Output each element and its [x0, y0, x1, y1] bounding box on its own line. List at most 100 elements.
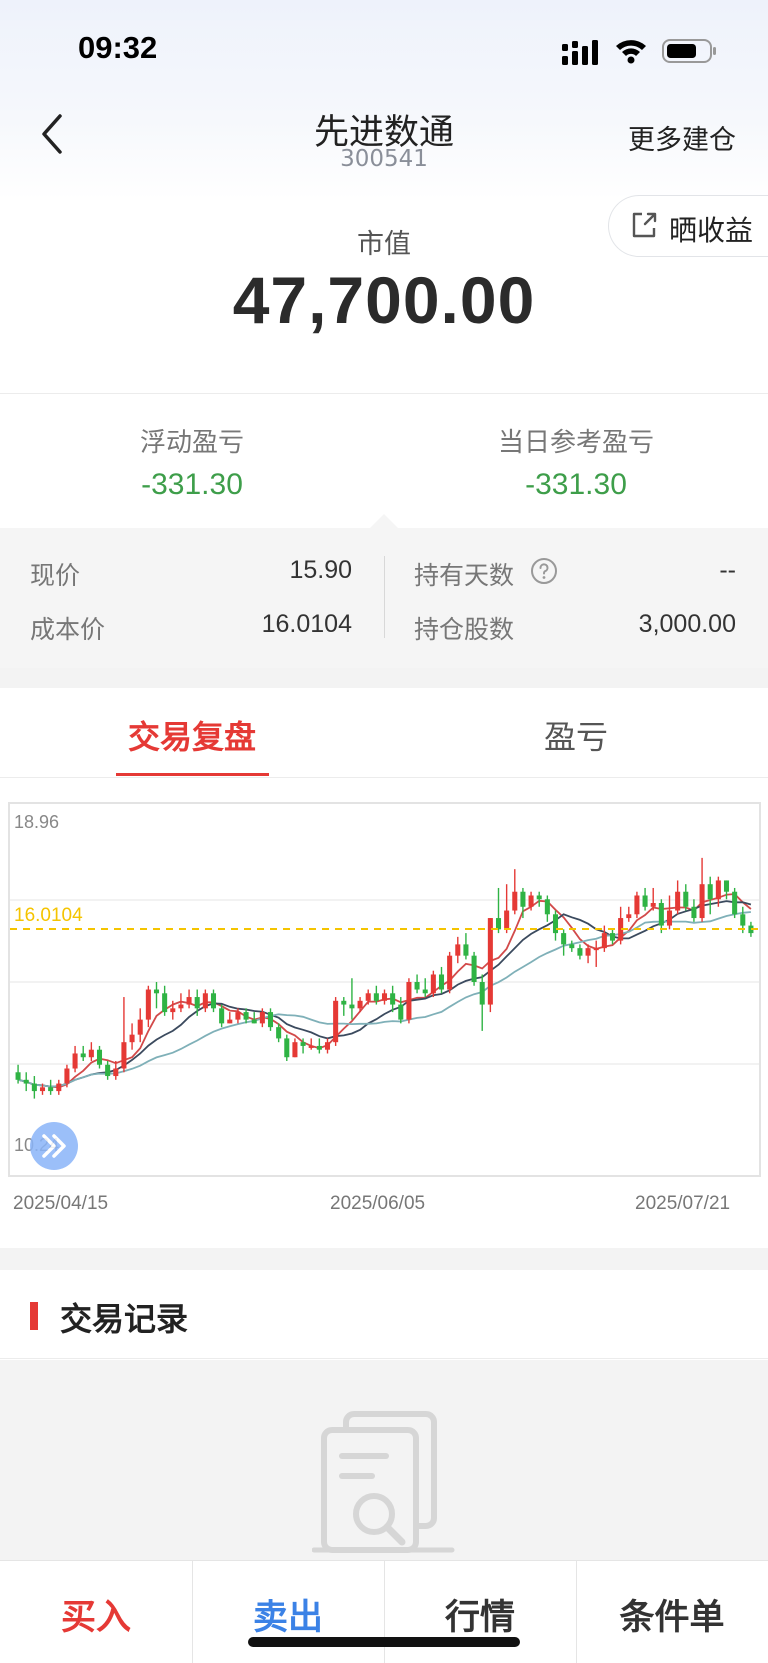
candle-body — [300, 1042, 306, 1046]
y-axis-max-label: 18.96 — [14, 812, 59, 832]
candle-body — [707, 884, 713, 900]
candle-body — [284, 1038, 290, 1058]
candle-body — [349, 1004, 355, 1009]
signal-icon — [562, 40, 598, 65]
candle-body — [341, 1000, 347, 1005]
candle-body — [178, 1004, 184, 1009]
info-divider — [384, 556, 385, 638]
candle-body — [520, 891, 526, 907]
candle-body — [105, 1064, 111, 1077]
candle-body — [740, 914, 746, 926]
candle-body — [544, 899, 550, 915]
buy-button[interactable]: 买入 — [0, 1561, 192, 1663]
candle-body — [170, 1008, 176, 1013]
candle-body — [72, 1053, 78, 1069]
candle-body — [732, 891, 738, 915]
candle-body — [699, 884, 705, 919]
candle-body — [634, 895, 640, 915]
candle-body — [463, 944, 469, 956]
candle-body — [39, 1087, 46, 1092]
candle-body — [381, 993, 388, 1001]
candle-body — [414, 982, 420, 990]
candle-body — [430, 974, 436, 994]
section-gap — [0, 668, 768, 688]
divider — [0, 777, 768, 778]
floating-pnl-label: 浮动盈亏 — [139, 428, 244, 458]
help-icon[interactable] — [530, 557, 558, 585]
candle-body — [691, 906, 697, 919]
candle-body — [243, 1012, 249, 1020]
candle-body — [96, 1049, 103, 1065]
candle-body — [666, 910, 673, 926]
market-button[interactable]: 行情 — [384, 1561, 576, 1663]
candle-body — [609, 933, 616, 941]
cost-line-label: 16.0104 — [14, 905, 83, 926]
candle-body — [333, 1000, 339, 1043]
candle-body — [723, 880, 730, 892]
candle-body — [316, 1045, 322, 1050]
candle-body — [202, 993, 208, 1009]
candle-body — [390, 993, 396, 1005]
candle-body — [235, 1012, 241, 1020]
candle-body — [373, 993, 379, 1001]
more-build-button[interactable]: 更多建仓 — [628, 118, 736, 157]
trade-records-title: 交易记录 — [60, 1300, 189, 1338]
candle-body — [31, 1083, 37, 1092]
candle-body — [186, 997, 192, 1005]
caret-pointer — [370, 514, 398, 528]
candle-body — [512, 891, 518, 911]
candle-body — [48, 1087, 54, 1092]
candle-body — [153, 989, 160, 994]
candle-body — [308, 1045, 314, 1048]
candle-body — [113, 1068, 119, 1077]
divider — [0, 1358, 768, 1359]
candle-body — [227, 1019, 233, 1024]
candle-body — [251, 1019, 257, 1024]
candle-body — [324, 1042, 331, 1050]
candle-body — [495, 918, 502, 930]
fast-forward-icon[interactable] — [30, 1122, 78, 1170]
candle-body — [357, 1000, 363, 1009]
candle-body — [23, 1079, 29, 1084]
x-axis-label-mid: 2025/06/05 — [330, 1193, 426, 1214]
candle-body — [569, 944, 575, 949]
daily-pnl-label: 当日参考盈亏 — [497, 428, 654, 458]
tab-trade-review[interactable]: 交易复盘 — [0, 712, 384, 758]
x-axis-label-end: 2025/07/21 — [635, 1193, 731, 1214]
candle-body — [715, 880, 721, 900]
kline-chart[interactable]: 18.9610.2416.0104 — [8, 802, 761, 1177]
candle-body — [219, 1008, 225, 1024]
candle-body — [650, 903, 656, 907]
candle-body — [56, 1083, 62, 1092]
candle-body — [504, 910, 510, 930]
candle-body — [129, 1034, 135, 1043]
candle-body — [577, 948, 583, 956]
shares-label: 持仓股数 — [414, 615, 515, 644]
tab-active-indicator — [116, 773, 269, 776]
candle-body — [194, 997, 200, 1009]
candle-body — [561, 933, 567, 945]
candle-body — [15, 1072, 21, 1080]
tab-profit-loss[interactable]: 盈亏 — [384, 712, 768, 758]
current-price-label: 现价 — [30, 561, 81, 590]
candle-body — [80, 1053, 86, 1058]
x-axis-label-start: 2025/04/15 — [13, 1193, 109, 1214]
candle-body — [658, 903, 664, 926]
candle-body — [471, 955, 477, 982]
home-indicator — [248, 1637, 520, 1647]
shares-value: 3,000.00 — [638, 610, 736, 638]
section-marker — [30, 1302, 38, 1330]
candle-body — [259, 1012, 265, 1024]
candle-body — [479, 982, 485, 1005]
floating-pnl-value: -331.30 — [141, 468, 243, 501]
candle-body — [585, 948, 591, 956]
sell-button[interactable]: 卖出 — [192, 1561, 384, 1663]
candle-body — [642, 895, 648, 907]
status-time: 09:32 — [78, 30, 158, 65]
candle-body — [438, 974, 445, 990]
candle-body — [447, 955, 453, 990]
candle-body — [528, 895, 534, 907]
candle-body — [162, 993, 168, 1013]
conditional-order-button[interactable]: 条件单 — [576, 1561, 768, 1663]
battery-icon — [662, 39, 716, 63]
